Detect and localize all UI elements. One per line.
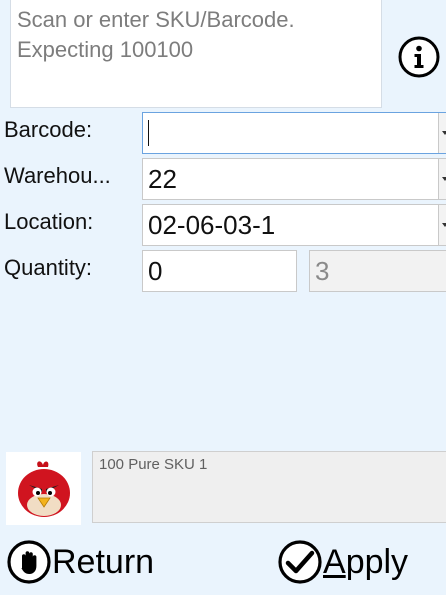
return-button[interactable]: Return bbox=[6, 537, 206, 587]
quantity-label: Quantity: bbox=[4, 255, 93, 280]
warehouse-select[interactable]: 22 bbox=[142, 158, 446, 200]
barcode-input[interactable] bbox=[142, 112, 446, 154]
location-select[interactable]: 02-06-03-1 bbox=[142, 204, 446, 246]
return-label: Return bbox=[52, 542, 155, 581]
chevron-down-icon bbox=[442, 177, 446, 181]
checkmark-icon bbox=[278, 540, 322, 584]
stop-hand-icon bbox=[7, 540, 51, 584]
barcode-label: Barcode: bbox=[4, 117, 93, 142]
warehouse-label: Warehou... bbox=[4, 163, 111, 188]
item-description: 100 Pure SKU 1 bbox=[92, 451, 446, 523]
text-caret bbox=[148, 120, 149, 146]
expected-quantity-field: 3 bbox=[309, 250, 446, 292]
quantity-value: 0 bbox=[148, 255, 163, 286]
info-icon bbox=[398, 36, 440, 78]
location-label: Location: bbox=[4, 209, 94, 234]
info-button[interactable] bbox=[397, 35, 441, 79]
barcode-dropdown-button[interactable] bbox=[438, 113, 446, 153]
apply-button[interactable]: Apply bbox=[277, 537, 437, 587]
red-bird-image bbox=[17, 460, 70, 517]
quantity-input[interactable]: 0 bbox=[142, 250, 297, 292]
location-value: 02-06-03-1 bbox=[148, 209, 276, 240]
expected-quantity-value: 3 bbox=[315, 255, 330, 286]
product-image bbox=[6, 452, 81, 525]
instruction-message: Scan or enter SKU/Barcode. Expecting 100… bbox=[10, 0, 382, 108]
instruction-line-2: Expecting 100100 bbox=[17, 37, 194, 62]
chevron-down-icon bbox=[442, 223, 446, 227]
warehouse-value: 22 bbox=[148, 163, 177, 194]
warehouse-dropdown-button[interactable] bbox=[438, 159, 446, 199]
location-dropdown-button[interactable] bbox=[438, 205, 446, 245]
instruction-line-1: Scan or enter SKU/Barcode. bbox=[17, 7, 295, 32]
chevron-down-icon bbox=[442, 131, 446, 135]
apply-label: Apply bbox=[323, 542, 409, 581]
